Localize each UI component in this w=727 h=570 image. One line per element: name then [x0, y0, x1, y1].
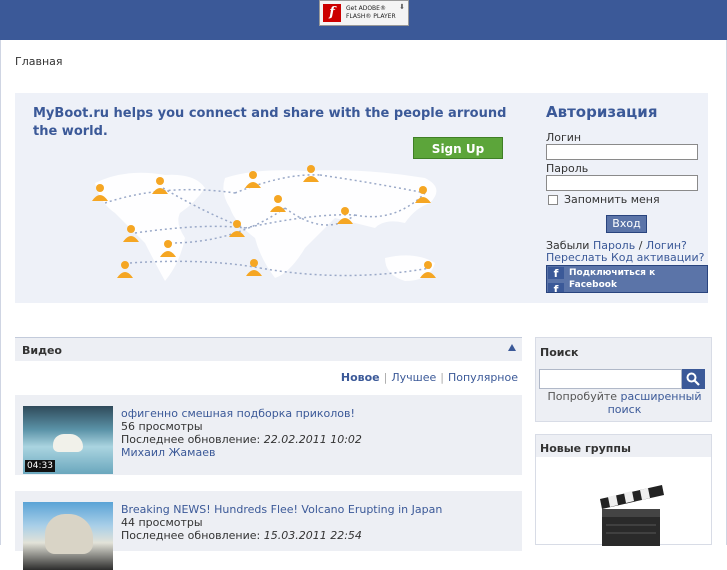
facebook-connect-button[interactable]: f f Подключиться к Facebook — [546, 265, 708, 293]
password-label: Пароль — [546, 162, 589, 175]
video-views: 56 просмотры — [121, 420, 203, 433]
video-list-item: Breaking NEWS! Hundreds Flee! Volcano Er… — [15, 491, 522, 570]
resend-activation-link[interactable]: Переслать Код активации? — [546, 251, 704, 264]
flash-badge-line1: Get ADOBE® — [346, 5, 386, 12]
hero-banner: MyBoot.ru helps you connect and share wi… — [15, 93, 708, 303]
top-bar: f Get ADOBE® FLASH® PLAYER ⬇ — [0, 0, 727, 40]
login-title: Авторизация — [546, 103, 658, 121]
advanced-search-link[interactable]: расширенный — [621, 390, 702, 403]
collapse-arrow-icon[interactable] — [508, 344, 516, 351]
tab-new[interactable]: Новое — [341, 371, 380, 384]
video-updated-date: 22.02.2011 10:02 — [263, 433, 362, 446]
login-label: Логин — [546, 131, 582, 144]
user-icon — [336, 206, 354, 224]
user-icon — [302, 164, 320, 182]
new-groups-panel: Новые группы — [535, 434, 712, 546]
remember-me-checkbox[interactable] — [548, 195, 558, 205]
flash-logo-icon: f — [323, 4, 341, 22]
polar-bear-image — [53, 434, 83, 452]
tab-separator: | — [383, 371, 388, 384]
password-input[interactable] — [546, 175, 698, 191]
clapperboard-icon[interactable] — [596, 481, 666, 546]
advanced-search-link-2[interactable]: поиск — [608, 403, 642, 416]
user-icon — [269, 194, 287, 212]
breadcrumb[interactable]: Главная — [15, 55, 63, 68]
new-groups-title: Новые группы — [540, 442, 631, 455]
volcano-cloud-image — [45, 514, 93, 554]
user-icon — [244, 170, 262, 188]
user-icon — [419, 260, 437, 278]
video-updated-label: Последнее обновление: — [121, 433, 261, 446]
video-panel-title: Видео — [22, 344, 62, 357]
user-icon — [91, 183, 109, 201]
video-updated-label: Последнее обновление: — [121, 529, 261, 542]
search-icon — [686, 372, 700, 386]
video-author-link[interactable]: Михаил Жамаев — [121, 446, 215, 459]
video-list-item: 04:33 офигенно смешная подборка приколов… — [15, 395, 522, 475]
search-input[interactable] — [539, 369, 682, 389]
video-title-link[interactable]: Breaking NEWS! Hundreds Flee! Volcano Er… — [121, 503, 442, 516]
tab-best[interactable]: Лучшее — [391, 371, 436, 384]
video-duration: 04:33 — [25, 460, 55, 472]
video-panel: Видео Новое | Лучшее | Популярное 04:33 офиг… — [15, 337, 522, 570]
user-icon — [116, 260, 134, 278]
user-icon — [228, 219, 246, 237]
search-panel: Поиск Попробуйте расширенный поиск — [535, 337, 712, 422]
video-views: 44 просмотры — [121, 516, 203, 529]
flash-badge-line2: FLASH® PLAYER — [346, 13, 396, 20]
video-tabs: Новое | Лучшее | Популярное — [341, 371, 518, 384]
tab-popular[interactable]: Популярное — [448, 371, 518, 384]
facebook-icon: f — [548, 267, 564, 280]
video-panel-header: Видео — [15, 337, 522, 361]
login-input[interactable] — [546, 144, 698, 160]
login-button[interactable]: Вход — [606, 215, 647, 233]
user-icon — [159, 239, 177, 257]
facebook-connect-label: Подключиться к Facebook — [569, 268, 656, 290]
hero-map-area: MyBoot.ru helps you connect and share wi… — [15, 93, 543, 303]
video-title-link[interactable]: офигенно смешная подборка приколов! — [121, 407, 355, 420]
user-icon — [122, 224, 140, 242]
user-markers — [15, 93, 543, 303]
tab-separator: | — [440, 371, 444, 384]
facebook-icon: f — [548, 283, 564, 292]
search-panel-title: Поиск — [540, 346, 579, 359]
user-icon — [245, 258, 263, 276]
remember-me-label[interactable]: Запомнить меня — [564, 193, 660, 206]
video-updated: Последнее обновление: 15.03.2011 22:54 — [121, 529, 362, 542]
login-panel: Авторизация Логин Пароль Запомнить меня … — [546, 93, 708, 303]
search-button[interactable] — [682, 369, 705, 389]
new-groups-header: Новые группы — [536, 435, 711, 457]
get-flash-player-badge[interactable]: f Get ADOBE® FLASH® PLAYER ⬇ — [319, 0, 409, 26]
video-thumbnail[interactable]: 04:33 — [23, 406, 113, 474]
user-icon — [151, 176, 169, 194]
user-icon — [414, 185, 432, 203]
video-updated-date: 15.03.2011 22:54 — [263, 529, 362, 542]
video-updated: Последнее обновление: 22.02.2011 10:02 — [121, 433, 362, 446]
search-hint-prefix: Попробуйте — [547, 390, 618, 403]
download-arrow-icon: ⬇ — [399, 3, 405, 11]
video-thumbnail[interactable] — [23, 502, 113, 570]
search-hint: Попробуйте расширенный поиск — [536, 390, 713, 416]
